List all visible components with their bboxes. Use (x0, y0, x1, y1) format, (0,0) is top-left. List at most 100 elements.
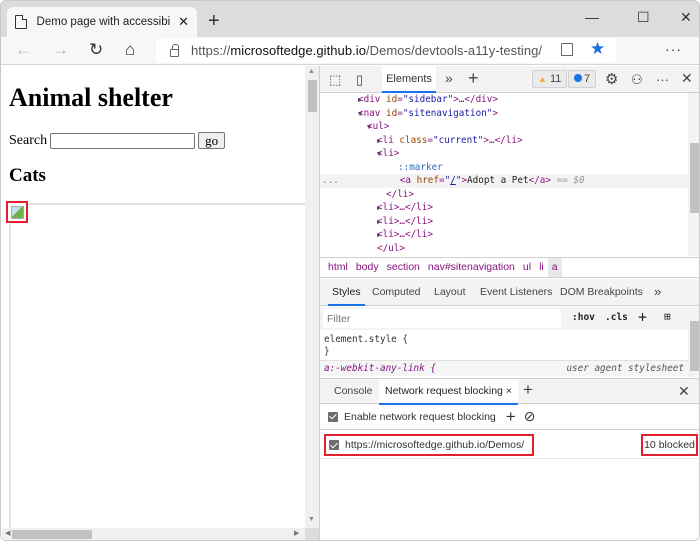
breadcrumb-item[interactable]: section (383, 258, 424, 277)
content-frame (9, 203, 309, 540)
rule-selector[interactable]: a:-webkit-any-link { (324, 363, 436, 374)
dom-line[interactable]: ▶<li>…</li> (320, 228, 688, 242)
breadcrumb-item[interactable]: body (352, 258, 383, 277)
hov-toggle[interactable]: :hov (572, 312, 595, 323)
styles-pane: element.style { } a:-webkit-any-link { u… (320, 330, 688, 376)
cls-toggle[interactable]: .cls (605, 312, 628, 323)
dom-tree-scrollbar[interactable] (688, 93, 699, 256)
tab-title: Demo page with accessibility issues (36, 16, 171, 28)
dom-line[interactable]: </ul> (320, 242, 688, 256)
scroll-up-arrow-icon[interactable]: ▲ (308, 68, 315, 75)
add-drawer-tab-button[interactable]: + (523, 379, 533, 401)
breadcrumb: html body section nav#sitenavigation ul … (320, 257, 699, 278)
scroll-down-arrow-icon[interactable]: ▼ (308, 516, 315, 523)
go-button[interactable]: go (198, 132, 226, 149)
favorite-star-icon[interactable]: ★ (590, 39, 605, 59)
back-button[interactable]: ← (15, 40, 32, 60)
breadcrumb-item-active[interactable]: a (547, 258, 562, 277)
lock-icon (170, 43, 179, 57)
dom-line[interactable]: ▶<li class="current">…</li> (320, 134, 688, 148)
new-tab-button[interactable]: + (208, 10, 220, 33)
dom-line[interactable]: ▶<div id="sidebar">…</div> (320, 93, 688, 107)
tab-console[interactable]: Console (334, 379, 373, 404)
page-vertical-scrollbar[interactable]: ▲ ▼ (305, 66, 319, 528)
tab-elements[interactable]: Elements (382, 66, 436, 93)
browser-window: Demo page with accessibility issues ✕ + … (0, 0, 700, 541)
dom-line[interactable]: ▼<li> (320, 147, 688, 161)
scroll-right-arrow-icon[interactable]: ▶ (294, 529, 299, 537)
close-devtools-button[interactable]: ✕ (681, 70, 693, 87)
scroll-left-arrow-icon[interactable]: ◀ (5, 529, 10, 537)
toggle-sidebar-icon[interactable]: ⊞ (664, 310, 671, 323)
home-button[interactable]: ⌂ (125, 40, 135, 60)
close-window-button[interactable]: ✕ (680, 9, 692, 26)
page-horizontal-scroll-thumb[interactable] (12, 530, 92, 539)
pattern-highlight: https://microsoftedge.github.io/Demos/ (324, 434, 534, 456)
dom-tree-scroll-thumb[interactable] (690, 143, 699, 213)
dom-line[interactable]: ::marker (320, 161, 688, 175)
tab-computed[interactable]: Computed (372, 279, 420, 305)
pattern-url: https://microsoftedge.github.io/Demos/ (345, 439, 525, 451)
scrollbar-corner (305, 528, 319, 540)
tab-network-request-blocking[interactable]: Network request blocking × (379, 379, 518, 405)
warnings-badge[interactable]: ▲ 11 (532, 70, 568, 88)
add-pattern-button[interactable]: + (506, 407, 516, 427)
styles-filter-input[interactable] (323, 309, 561, 328)
element-style-rule[interactable]: element.style { (324, 334, 408, 345)
add-tab-button[interactable]: + (468, 68, 479, 89)
pattern-checkbox[interactable] (329, 440, 339, 450)
dom-line[interactable]: ▼<nav id="sitenavigation"> (320, 107, 688, 121)
dom-line[interactable]: ▶<li>…</li> (320, 201, 688, 215)
device-emulation-icon[interactable]: ▯ (356, 72, 363, 88)
close-drawer-tab-icon[interactable]: × (506, 385, 512, 397)
tab-layout[interactable]: Layout (434, 279, 466, 305)
styles-scroll-thumb[interactable] (690, 321, 699, 371)
section-heading: Cats (9, 165, 46, 186)
new-style-rule-icon[interactable]: + (638, 308, 647, 326)
url-text: https://microsoftedge.github.io/Demos/de… (191, 43, 543, 58)
browser-menu-button[interactable]: ··· (665, 41, 682, 57)
dom-line-selected[interactable]: ... <a href="/">Adopt a Pet</a> == $0 (320, 174, 688, 188)
forward-button[interactable]: → (52, 40, 69, 60)
minimize-button[interactable]: — (585, 9, 599, 25)
maximize-button[interactable]: ☐ (637, 9, 650, 26)
styles-scrollbar[interactable] (688, 307, 699, 377)
more-panes-icon[interactable]: » (654, 279, 661, 305)
styles-tab-bar: Styles Computed Layout Event Listeners D… (320, 279, 699, 306)
close-drawer-button[interactable]: ✕ (678, 379, 690, 404)
breadcrumb-item[interactable]: ul (519, 258, 535, 277)
breadcrumb-item[interactable]: nav#sitenavigation (424, 258, 519, 277)
breadcrumb-item[interactable]: li (535, 258, 548, 277)
search-input[interactable] (50, 132, 196, 149)
page-horizontal-scrollbar[interactable]: ◀ ▶ (2, 528, 319, 540)
close-tab-icon[interactable]: ✕ (178, 14, 189, 30)
blocked-pattern-row[interactable]: https://microsoftedge.github.io/Demos/ 1… (320, 431, 699, 459)
broken-image-highlight[interactable] (6, 201, 28, 223)
blocked-count: 10 blocked (641, 434, 698, 456)
issues-badge[interactable]: 7 (568, 70, 597, 88)
tab-event-listeners[interactable]: Event Listeners (480, 279, 552, 305)
page-icon (15, 15, 27, 29)
browser-tab[interactable]: Demo page with accessibility issues ✕ (7, 7, 197, 37)
refresh-button[interactable]: ↻ (89, 40, 103, 60)
enable-blocking-checkbox[interactable] (328, 411, 338, 422)
info-icon (574, 74, 582, 82)
devtools-toolbar: ⬚ ▯ Elements » + ▲ 11 7 ⚙ ⚇ ··· ✕ (320, 66, 699, 93)
page-vertical-scroll-thumb[interactable] (308, 80, 317, 112)
immersive-reader-icon[interactable] (561, 43, 573, 56)
more-tabs-icon[interactable]: » (445, 70, 453, 86)
feedback-icon[interactable]: ⚇ (631, 72, 643, 88)
tab-styles[interactable]: Styles (328, 279, 365, 306)
settings-gear-icon[interactable]: ⚙ (605, 70, 618, 88)
remove-all-patterns-icon[interactable]: ⊘ (524, 408, 536, 425)
dom-line[interactable]: ▶<li>…</li> (320, 215, 688, 229)
dom-line[interactable]: ▼<ul> (320, 120, 688, 134)
breadcrumb-item[interactable]: html (324, 258, 352, 277)
inspect-element-icon[interactable]: ⬚ (329, 72, 341, 88)
address-bar[interactable]: https://microsoftedge.github.io/Demos/de… (156, 38, 616, 63)
tab-dom-breakpoints[interactable]: DOM Breakpoints (560, 279, 643, 305)
tab-strip: Demo page with accessibility issues ✕ + … (1, 1, 699, 37)
broken-image-icon (11, 206, 24, 219)
more-options-button[interactable]: ··· (656, 72, 669, 87)
dom-line[interactable]: </li> (320, 188, 688, 202)
